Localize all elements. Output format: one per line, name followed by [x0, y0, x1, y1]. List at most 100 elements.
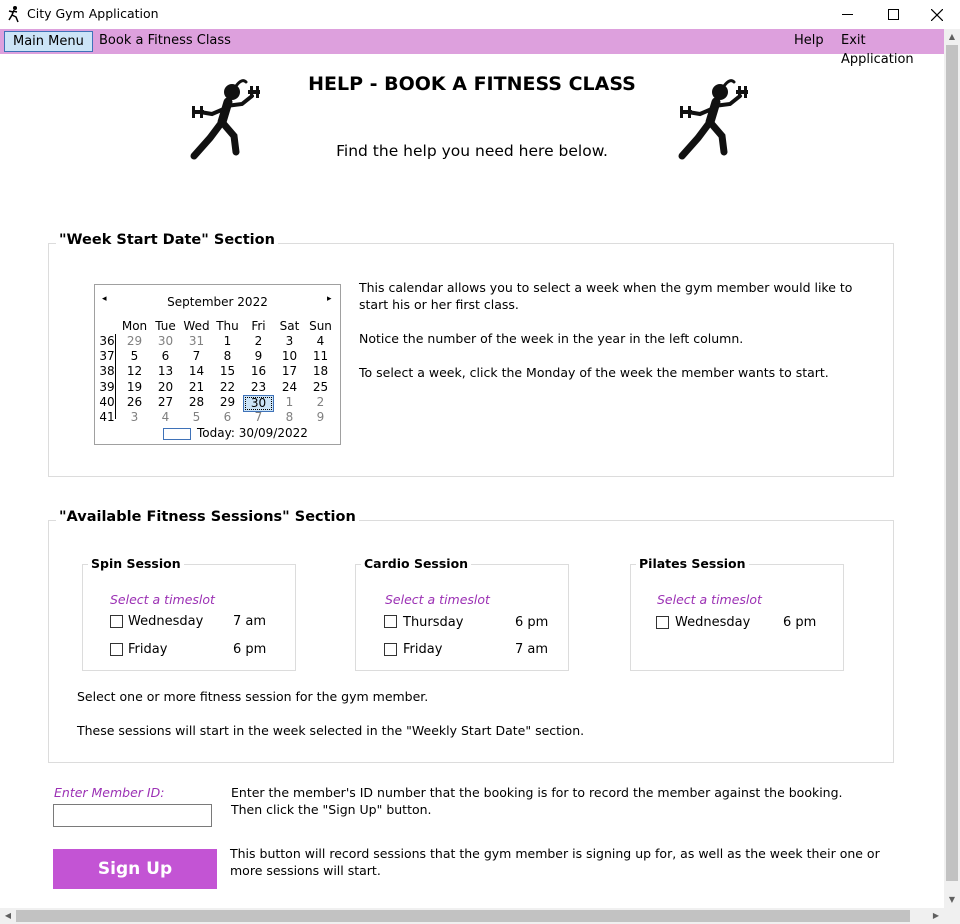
calendar-day[interactable]: 22	[212, 380, 243, 395]
menu-help[interactable]: Help	[786, 31, 832, 52]
week-number: 36	[99, 334, 115, 348]
calendar-day[interactable]: 23	[243, 380, 274, 395]
cardio-thursday-checkbox[interactable]	[384, 615, 397, 628]
calendar-day[interactable]: 29	[212, 395, 243, 410]
spin-session-title: Spin Session	[88, 556, 184, 571]
sessions-help-2: These sessions will start in the week se…	[77, 723, 585, 738]
spin-friday-time: 6 pm	[233, 642, 267, 657]
minimize-button[interactable]	[824, 0, 870, 29]
week-section-legend: "Week Start Date" Section	[56, 232, 278, 248]
vertical-scrollbar[interactable]: ▲ ▼	[944, 29, 960, 908]
cardio-friday-label[interactable]: Friday	[403, 642, 442, 657]
menu-main-menu[interactable]: Main Menu	[4, 31, 93, 52]
calendar-month-label[interactable]: September 2022	[95, 295, 340, 309]
calendar-day[interactable]: 21	[181, 380, 212, 395]
member-help-line1: Enter the member's ID number that the bo…	[231, 785, 843, 800]
calendar-day[interactable]: 11	[305, 349, 336, 364]
calendar-day[interactable]: 7	[181, 349, 212, 364]
calendar-day-header: Mon	[121, 319, 148, 333]
scroll-down-icon[interactable]: ▼	[944, 892, 960, 908]
calendar-day[interactable]: 5	[119, 349, 150, 364]
calendar-day[interactable]: 28	[181, 395, 212, 410]
sessions-section-legend: "Available Fitness Sessions" Section	[56, 509, 359, 525]
pilates-wednesday-label[interactable]: Wednesday	[675, 615, 750, 630]
calendar-day-header: Fri	[251, 319, 266, 333]
menu-exit-application[interactable]: Exit Application	[833, 31, 944, 67]
calendar-today-label[interactable]: Today: 30/09/2022	[197, 426, 308, 440]
calendar-day[interactable]: 16	[243, 364, 274, 379]
calendar-day[interactable]: 24	[274, 380, 305, 395]
calendar-day-header: Tue	[155, 319, 176, 333]
week-help-1: This calendar allows you to select a wee…	[359, 280, 853, 312]
week-number: 41	[99, 410, 115, 424]
close-button[interactable]	[914, 0, 960, 29]
cardio-session-title: Cardio Session	[361, 556, 472, 571]
today-marker	[163, 428, 191, 440]
calendar-day[interactable]: 19	[119, 380, 150, 395]
member-id-label: Enter Member ID:	[54, 785, 165, 800]
minimize-icon	[841, 14, 853, 15]
calendar-day[interactable]: 15	[212, 364, 243, 379]
calendar-day[interactable]: 29	[119, 334, 150, 349]
menu-bar: Main Menu Book a Fitness Class Help Exit…	[0, 29, 944, 67]
calendar-day[interactable]: 12	[119, 364, 150, 379]
calendar-day[interactable]: 17	[274, 364, 305, 379]
calendar-day[interactable]: 4	[305, 334, 336, 349]
calendar-day[interactable]: 1	[212, 334, 243, 349]
calendar-day[interactable]: 4	[150, 410, 181, 425]
calendar-day[interactable]: 9	[305, 410, 336, 425]
pilates-session-title: Pilates Session	[636, 556, 749, 571]
page-title: HELP - BOOK A FITNESS CLASS	[308, 73, 636, 95]
horizontal-scrollbar[interactable]: ◀ ▶	[0, 908, 944, 924]
cardio-friday-checkbox[interactable]	[384, 643, 397, 656]
calendar-day[interactable]: 1	[274, 395, 305, 410]
calendar-day[interactable]: 6	[150, 349, 181, 364]
scroll-right-icon[interactable]: ▶	[928, 908, 944, 924]
week-calendar[interactable]: ◂ ▸ September 2022 Mon Tue Wed Thu Fri Sat Sun…	[94, 284, 341, 445]
calendar-day-header: Thu	[216, 319, 239, 333]
scroll-left-icon[interactable]: ◀	[0, 908, 16, 924]
calendar-day[interactable]: 6	[212, 410, 243, 425]
week-number: 38	[99, 364, 115, 379]
calendar-day[interactable]: 25	[305, 380, 336, 395]
cardio-friday-time: 7 am	[515, 642, 549, 657]
signup-help: This button will record sessions that th…	[230, 846, 880, 878]
week-number: 37	[99, 349, 115, 364]
calendar-day[interactable]: 30	[150, 334, 181, 349]
calendar-day[interactable]: 3	[274, 334, 305, 349]
calendar-day[interactable]: 10	[274, 349, 305, 364]
calendar-day[interactable]: 27	[150, 395, 181, 410]
calendar-day[interactable]: 18	[305, 364, 336, 379]
spin-friday-label[interactable]: Friday	[128, 642, 167, 657]
calendar-day[interactable]: 26	[119, 395, 150, 410]
cardio-thursday-label[interactable]: Thursday	[403, 615, 463, 630]
calendar-day[interactable]: 20	[150, 380, 181, 395]
member-id-input[interactable]	[53, 804, 212, 827]
calendar-day[interactable]: 2	[243, 334, 274, 349]
pilates-wednesday-checkbox[interactable]	[656, 616, 669, 629]
spin-wednesday-checkbox[interactable]	[110, 615, 123, 628]
menu-book-fitness-class[interactable]: Book a Fitness Class	[91, 31, 239, 52]
calendar-day[interactable]: 3	[119, 410, 150, 425]
vertical-scroll-thumb[interactable]	[946, 45, 958, 881]
calendar-day[interactable]: 14	[181, 364, 212, 379]
calendar-day[interactable]: 31	[181, 334, 212, 349]
calendar-day[interactable]: 9	[243, 349, 274, 364]
week-number: 40	[99, 394, 115, 409]
spin-friday-checkbox[interactable]	[110, 643, 123, 656]
spin-wednesday-label[interactable]: Wednesday	[128, 614, 203, 629]
scroll-up-icon[interactable]: ▲	[944, 29, 960, 45]
week-help-3: To select a week, click the Monday of th…	[359, 365, 829, 380]
maximize-button[interactable]	[870, 0, 916, 29]
calendar-day[interactable]: 7	[243, 410, 274, 425]
week-number-divider	[115, 334, 116, 419]
calendar-day[interactable]: 8	[274, 410, 305, 425]
calendar-day[interactable]: 5	[181, 410, 212, 425]
calendar-day[interactable]: 8	[212, 349, 243, 364]
calendar-day[interactable]: 13	[150, 364, 181, 379]
spin-wednesday-time: 7 am	[233, 614, 267, 629]
horizontal-scroll-thumb[interactable]	[16, 910, 910, 922]
sign-up-button[interactable]: Sign Up	[53, 849, 217, 889]
calendar-day[interactable]: 2	[305, 395, 336, 410]
close-icon	[931, 8, 943, 21]
